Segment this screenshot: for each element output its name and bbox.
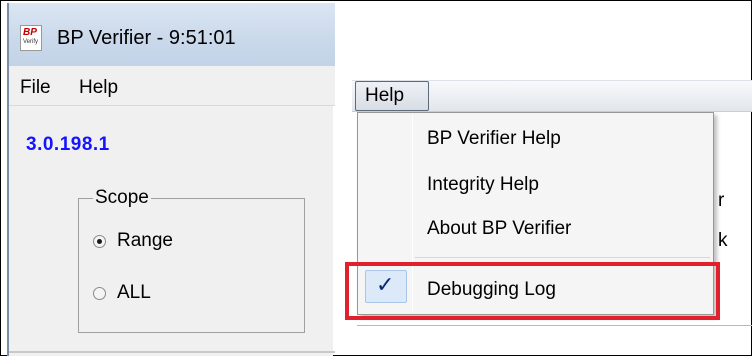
menu-bar: File Help [9,66,335,106]
menu-separator [415,257,710,258]
title-bar[interactable]: BP Verify BP Verifier - 9:51:01 [9,3,335,66]
radio-range-button[interactable] [93,234,106,248]
app-icon-subtext: Verify [23,39,39,45]
app-icon-text: BP [23,27,37,38]
bp-verifier-app-icon[interactable]: BP Verify [20,25,42,51]
window-bottom-edge [9,351,335,353]
radio-range[interactable]: Range [93,230,173,252]
radio-all-label: ALL [117,282,151,303]
menu-item-bp-verifier-help[interactable]: BP Verifier Help [427,128,561,150]
bp-verifier-window: BP Verify BP Verifier - 9:51:01 File Hel… [7,3,335,356]
menu-file[interactable]: File [20,77,51,99]
radio-all[interactable]: ALL [93,282,151,304]
menu-help[interactable]: Help [79,77,118,99]
background-text-1: r [718,190,725,211]
version-label: 3.0.198.1 [26,134,110,155]
zoomed-panel-edge [357,325,752,326]
highlight-box [345,262,720,320]
menu-item-integrity-help[interactable]: Integrity Help [427,174,539,196]
menu-item-about-bp-verifier[interactable]: About BP Verifier [427,218,571,240]
window-title: BP Verifier - 9:51:01 [57,27,236,49]
help-menu-open[interactable]: Help [355,81,429,111]
background-text-2: k [718,230,728,251]
radio-all-button[interactable] [93,286,106,300]
radio-range-label: Range [117,230,173,251]
scope-groupbox [78,198,305,333]
scope-legend: Scope [93,187,151,209]
